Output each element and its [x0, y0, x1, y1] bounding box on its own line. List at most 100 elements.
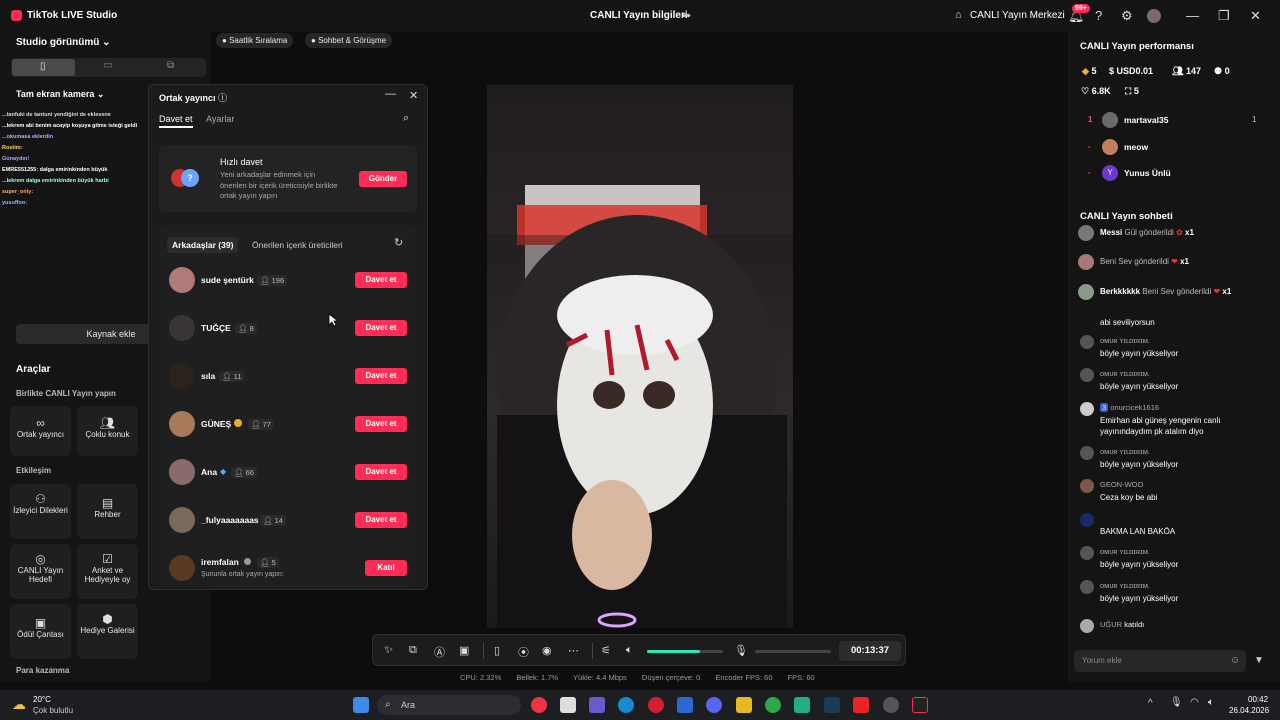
gear-icon[interactable]: ⚙ [1121, 8, 1133, 24]
guide-tool[interactable]: ▤ Rehber [77, 484, 138, 539]
avatar[interactable] [1147, 9, 1161, 23]
emoji-icon[interactable]: ☺ [1230, 655, 1240, 666]
tab-invite[interactable]: Davet et [159, 114, 193, 128]
store-icon[interactable] [560, 697, 576, 713]
chrome-profile-icon[interactable] [765, 697, 781, 713]
section-interaction: Etkileşim [16, 466, 52, 475]
tab-friends[interactable]: Arkadaşlar (39) [167, 237, 239, 253]
phone-icon[interactable]: ▯ [494, 644, 500, 657]
invite-button[interactable]: Davet et [355, 464, 407, 480]
hourly-rank-chip[interactable]: ● Saatlik Sıralama [216, 33, 294, 48]
close-icon[interactable]: ✕ [409, 89, 418, 102]
tab-suggested[interactable]: Önerilen içerik üreticileri [247, 237, 348, 253]
discord-icon[interactable] [706, 697, 722, 713]
question-icon: ? [181, 169, 199, 187]
camera-source-dropdown[interactable]: Tam ekran kamera ⌄ [16, 89, 104, 100]
opera-icon[interactable] [648, 697, 664, 713]
quick-invite-title: Hızlı davet [220, 157, 263, 167]
obs-icon[interactable] [883, 697, 899, 713]
speaker-icon[interactable]: 🔈︎ [626, 644, 633, 657]
camera-preview [487, 85, 793, 628]
live-info-title[interactable]: CANLI Yayın bilgileri [590, 10, 688, 21]
invite-button[interactable]: Davet et [355, 416, 407, 432]
join-button[interactable]: Katıl [365, 560, 407, 576]
help-icon: ⓘ [218, 93, 228, 103]
cohost-tool[interactable]: ∞ Ortak yayıncı [10, 406, 71, 456]
avatar [169, 411, 195, 437]
filter-icon[interactable]: ▼ [1254, 655, 1264, 666]
mail-icon[interactable] [677, 697, 693, 713]
app-icon[interactable] [794, 697, 810, 713]
ai-icon[interactable]: Ⓐ [434, 644, 445, 660]
search-icon: ⌕ [385, 699, 391, 710]
chat-overlay-line: ...lekrem abi benim acayip koşuya gitme … [2, 123, 138, 129]
studio-view-dropdown[interactable]: Studio görünümü ⌄ [16, 37, 111, 48]
windows-taskbar: ☁ 20°C Çok bulutlu ⌕ Ara ^ 🎙︎ ◠ 🔈︎ 00:42 … [0, 690, 1280, 720]
minimize-icon[interactable]: — [385, 88, 396, 100]
search-icon[interactable]: ⌕ [403, 112, 409, 125]
teams-icon[interactable] [589, 697, 605, 713]
chat-talk-chip[interactable]: ● Sohbet & Görüşme [305, 33, 393, 48]
volume-slider[interactable] [647, 650, 723, 653]
home-icon[interactable]: ⌂ [955, 9, 962, 21]
gift-icon: ⛶ [1125, 86, 1132, 96]
live-center-link[interactable]: CANLI Yayın Merkezi [970, 10, 1065, 21]
viewer-requests-tool[interactable]: ⚇ İzleyici Dilekleri [10, 484, 71, 539]
youtube-icon[interactable] [853, 697, 869, 713]
effects-icon[interactable]: ⧉ [409, 644, 417, 657]
maximize-icon[interactable]: ❐ [1218, 8, 1230, 24]
mic-slider[interactable] [755, 650, 831, 653]
reward-bag-tool[interactable]: ▣ Ödül Çantası [10, 604, 71, 659]
taskbar-search[interactable]: ⌕ Ara [377, 695, 521, 715]
microphone-icon[interactable]: 🎙︎ [1170, 697, 1183, 708]
edge-icon[interactable] [618, 697, 634, 713]
invite-button[interactable]: Davet et [355, 368, 407, 384]
view-toggle[interactable]: ▯ ▭ ⧉ [11, 58, 206, 77]
more-icon[interactable]: ⋯ [568, 644, 579, 657]
magic-wand-icon[interactable]: ✨︎ [384, 644, 393, 657]
chrome-icon[interactable] [531, 697, 547, 713]
multi-guest-tool[interactable]: 👥︎ Çoklu konuk [77, 406, 138, 456]
viewers-stat: 👥︎ 147 [1172, 66, 1201, 76]
chat-overlay-line: EMRE551255: dalga emirinkinden büyük [2, 167, 108, 173]
dual-view-icon[interactable]: ⧉ [167, 60, 174, 71]
avatar [1078, 225, 1094, 241]
tab-settings[interactable]: Ayarlar [206, 114, 234, 124]
microphone-icon[interactable]: 🎙︎ [734, 644, 748, 657]
clock-time[interactable]: 00:42 [1248, 695, 1268, 704]
record-icon[interactable]: ⦿ [518, 644, 529, 660]
invite-button[interactable]: Davet et [355, 320, 407, 336]
tiktok-live-icon[interactable] [912, 697, 928, 713]
live-timer: 00:13:37 [839, 641, 901, 661]
temperature: 20°C [33, 695, 51, 704]
landscape-icon[interactable]: ▭ [103, 60, 112, 71]
gift-gallery-tool[interactable]: ⬢ Hediye Galerisi [77, 604, 138, 659]
sticker-icon[interactable]: ▣ [459, 644, 469, 657]
steam-icon[interactable] [824, 697, 840, 713]
minimize-icon[interactable]: — [1186, 8, 1199, 23]
live-goal-tool[interactable]: ◎ CANLI Yayın Hedefi [10, 544, 71, 599]
share-icon[interactable]: ➦ [682, 9, 691, 22]
refresh-icon[interactable]: ↻ [394, 236, 403, 249]
chat-overlay-line: ...tanfuki de tantuni yendiğini de ekles… [2, 112, 111, 118]
streamer-video-frame [487, 185, 793, 628]
chevron-up-icon[interactable]: ^ [1148, 698, 1153, 709]
send-button[interactable]: Gönder [359, 171, 407, 187]
invite-button[interactable]: Davet et [355, 512, 407, 528]
volume-icon[interactable]: 🔈︎ [1208, 697, 1214, 708]
help-icon[interactable]: ? [1095, 8, 1102, 23]
windows-start-icon[interactable] [353, 697, 369, 713]
clock-date[interactable]: 26.04.2026 [1229, 706, 1269, 715]
invite-button[interactable]: Davet et [355, 272, 407, 288]
wifi-icon[interactable]: ◠ [1190, 697, 1199, 708]
poll-tool[interactable]: ☑ Anket ve Hediyeyle oy [77, 544, 138, 599]
settings-sliders-icon[interactable]: ⚟ [601, 644, 611, 657]
request-icon: ⚇ [35, 492, 46, 506]
follower-count: 👤︎ 66 [231, 467, 257, 478]
close-icon[interactable]: ✕ [1250, 8, 1261, 24]
screenshot-icon[interactable]: ◉ [542, 644, 552, 657]
quick-invite-card: ? Hızlı davet Yeni arkadaşlar edinmek iç… [159, 145, 417, 212]
folder-icon[interactable] [736, 697, 752, 713]
comment-input[interactable]: Yorum ekle [1074, 650, 1246, 672]
friend-name: TUĞÇE [201, 323, 231, 333]
